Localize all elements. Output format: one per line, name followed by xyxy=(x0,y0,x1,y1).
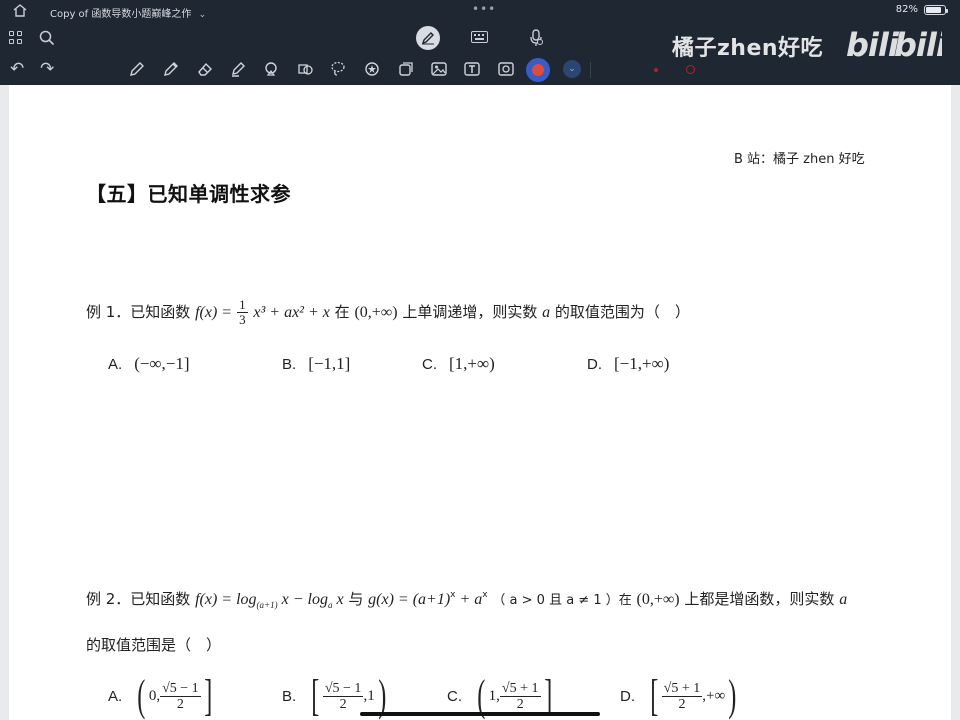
q1-var: a xyxy=(542,304,551,321)
lasso-select-icon[interactable] xyxy=(329,60,347,78)
keyboard-icon[interactable] xyxy=(471,31,488,43)
q2-gexpr: g(x) = (a+1) xyxy=(368,591,451,608)
shapes-tool-icon[interactable] xyxy=(262,60,280,78)
q2-interval: (0,+∞) xyxy=(636,591,680,608)
q2-condition: （ a > 0 且 a ≠ 1 ）在 xyxy=(492,593,632,608)
q1-prefix: 例 1．已知函数 xyxy=(86,303,191,321)
document-title[interactable]: Copy of 函数导数小题巅峰之作 ⌄ xyxy=(50,5,206,20)
elements-tool-icon[interactable] xyxy=(397,60,415,78)
section-title: 【五】已知单调性求参 xyxy=(86,182,291,206)
scan-tool-icon[interactable] xyxy=(497,60,515,78)
chevron-down-icon[interactable]: ⌄ xyxy=(199,10,207,20)
pen-icon xyxy=(421,32,434,45)
q2-prefix: 例 2．已知函数 xyxy=(86,590,191,608)
q2-option-a[interactable]: A. ( 0, √5 − 12 ] xyxy=(108,674,215,718)
document-title-text: Copy of 函数导数小题巅峰之作 xyxy=(50,9,192,20)
q2-var: a xyxy=(839,591,848,608)
text-tool-icon[interactable] xyxy=(463,60,481,78)
q1-frac-num: 1 xyxy=(237,297,248,313)
app-toolbar: Copy of 函数导数小题巅峰之作 ⌄ ••• 82% ↶ ↷ ⌄ 橘子zhe… xyxy=(0,0,960,85)
page-margin-left xyxy=(0,85,9,720)
q2-with: 与 xyxy=(348,590,364,608)
q1-option-c[interactable]: C. [1,+∞) xyxy=(422,354,495,374)
uploader-watermark: 橘子zhen好吃 xyxy=(672,36,824,61)
q1-suffix: 上单调递增，则实数 xyxy=(402,303,538,321)
q1-mid: 在 xyxy=(334,303,350,321)
laser-pointer-icon xyxy=(532,64,544,76)
redo-button[interactable]: ↷ xyxy=(40,59,54,79)
q1-fraction: 1 3 xyxy=(237,298,248,327)
battery-icon xyxy=(924,4,948,15)
q1-option-d[interactable]: D. [−1,+∞) xyxy=(587,354,669,374)
pencil-tool-icon[interactable] xyxy=(162,60,180,78)
grid-view-icon[interactable] xyxy=(9,31,23,45)
q1-expr: x³ + ax² + x xyxy=(253,304,330,321)
q1-option-b[interactable]: B. [−1,1] xyxy=(282,354,350,374)
sticker-tool-icon[interactable] xyxy=(363,60,381,78)
battery-fill xyxy=(926,6,941,13)
active-laser-pointer-button[interactable] xyxy=(526,58,550,82)
pen-tool-icon[interactable] xyxy=(128,60,146,78)
svg-text:bili: bili xyxy=(846,26,900,64)
q1-interval: (0,+∞) xyxy=(354,304,398,321)
highlighter-tool-icon[interactable] xyxy=(229,60,247,78)
search-icon[interactable] xyxy=(38,29,56,47)
q1-func: f(x) = xyxy=(195,304,237,321)
page-margin-right xyxy=(951,85,960,720)
q1-frac-den: 3 xyxy=(239,312,246,327)
home-icon[interactable] xyxy=(12,3,30,19)
svg-text:bili: bili xyxy=(894,26,942,64)
q1-tail: 的取值范围为（ ） xyxy=(554,303,690,321)
color-swatch-dot[interactable] xyxy=(654,68,658,72)
eraser-tool-icon[interactable] xyxy=(196,60,214,78)
undo-button[interactable]: ↶ xyxy=(10,59,24,79)
home-indicator-bar[interactable] xyxy=(360,712,600,716)
q2-sub1: (a+1) xyxy=(256,600,278,610)
question-1: 例 1．已知函数 f(x) = 1 3 x³ + ax² + x 在 (0,+∞… xyxy=(86,298,690,327)
q2-suffix: 上都是增函数，则实数 xyxy=(684,590,835,608)
handwriting-mode-button[interactable] xyxy=(416,26,440,50)
toolbar-divider xyxy=(590,62,591,78)
chevron-down-icon[interactable]: ⌄ xyxy=(563,60,581,78)
microphone-icon[interactable] xyxy=(528,28,544,48)
question-2-line2: 的取值范围是（ ） xyxy=(86,636,222,654)
battery-percent: 82% xyxy=(895,4,918,15)
q2-option-d[interactable]: D. [ √5 + 12 ,+∞ ) xyxy=(620,674,740,718)
page-credit: B 站：橘子 zhen 好吃 xyxy=(734,152,865,167)
q1-option-a[interactable]: A. (−∞,−1] xyxy=(108,354,190,374)
q2-expr: f(x) = log xyxy=(195,591,257,608)
image-tool-icon[interactable] xyxy=(430,60,448,78)
status-row: Copy of 函数导数小题巅峰之作 ⌄ ••• 82% xyxy=(0,0,960,22)
lasso-tool-icon[interactable] xyxy=(296,60,314,78)
battery-indicator: 82% xyxy=(895,4,948,15)
bilibili-logo: bili bili xyxy=(846,24,949,72)
color-swatch-ring[interactable] xyxy=(686,65,695,74)
multitask-dots-icon[interactable]: ••• xyxy=(472,2,496,16)
question-2: 例 2．已知函数 f(x) = log(a+1) x − loga x 与 g(… xyxy=(86,590,848,610)
